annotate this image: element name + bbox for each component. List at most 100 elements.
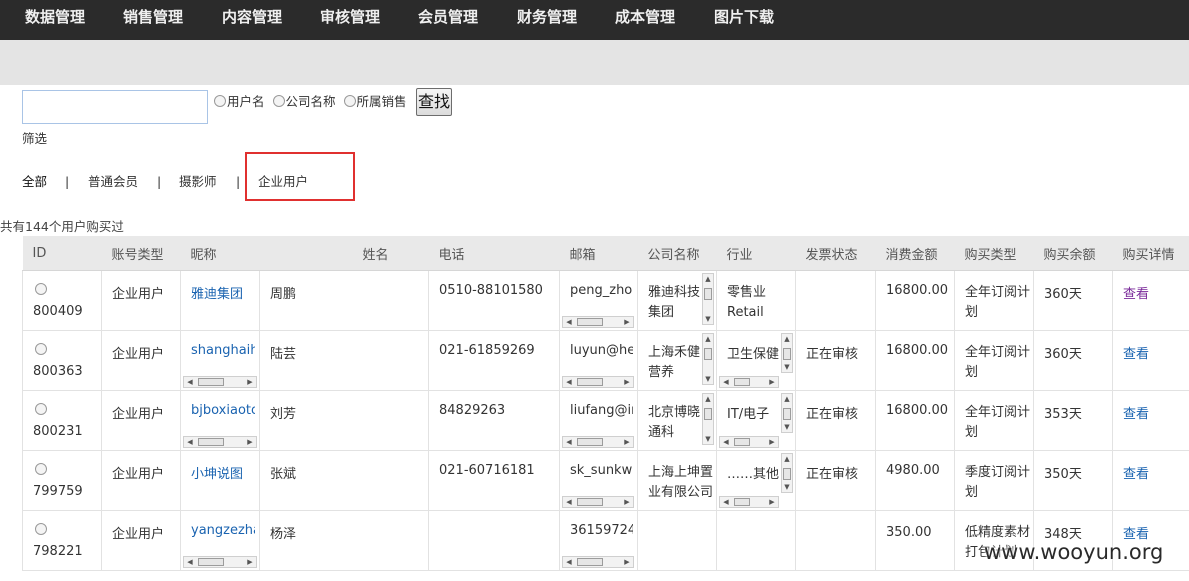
scroll-right-icon[interactable]: ▶ — [244, 377, 256, 387]
tab-photographer[interactable]: 摄影师 — [179, 172, 217, 192]
scroll-thumb[interactable] — [577, 438, 603, 446]
radio-username[interactable] — [214, 95, 226, 107]
scroll-thumb[interactable] — [734, 438, 750, 446]
scroll-right-icon[interactable]: ▶ — [621, 317, 633, 327]
vertical-scrollbar[interactable]: ▲ ▼ — [702, 273, 714, 325]
scroll-up-icon[interactable]: ▲ — [782, 334, 792, 344]
nav-member-management[interactable]: 会员管理 — [418, 0, 478, 34]
vertical-scrollbar[interactable]: ▲ ▼ — [702, 393, 714, 445]
row-select-radio[interactable] — [35, 403, 47, 415]
scroll-thumb[interactable] — [704, 408, 712, 420]
scroll-right-icon[interactable]: ▶ — [621, 497, 633, 507]
scroll-right-icon[interactable]: ▶ — [244, 557, 256, 567]
scroll-left-icon[interactable]: ◀ — [720, 377, 732, 387]
scroll-right-icon[interactable]: ▶ — [244, 437, 256, 447]
scroll-thumb[interactable] — [577, 378, 603, 386]
scroll-right-icon[interactable]: ▶ — [621, 437, 633, 447]
nickname-link[interactable]: 雅迪集团 — [191, 283, 255, 302]
row-select-radio[interactable] — [35, 283, 47, 295]
table-row: 800231 企业用户 bjboxiaoto ◀ ▶ 刘芳 84829263 li… — [22, 390, 1189, 451]
scroll-up-icon[interactable]: ▲ — [703, 334, 713, 344]
scroll-left-icon[interactable]: ◀ — [720, 437, 732, 447]
scroll-down-icon[interactable]: ▼ — [703, 434, 713, 444]
scroll-down-icon[interactable]: ▼ — [703, 374, 713, 384]
scroll-thumb[interactable] — [198, 558, 224, 566]
scroll-thumb[interactable] — [783, 408, 791, 420]
scroll-down-icon[interactable]: ▼ — [782, 422, 792, 432]
scroll-down-icon[interactable]: ▼ — [703, 314, 713, 324]
scroll-left-icon[interactable]: ◀ — [563, 497, 575, 507]
tab-regular-member[interactable]: 普通会员 — [88, 172, 138, 192]
nav-image-download[interactable]: 图片下载 — [714, 0, 774, 34]
scroll-right-icon[interactable]: ▶ — [621, 557, 633, 567]
scroll-up-icon[interactable]: ▲ — [782, 454, 792, 464]
scroll-left-icon[interactable]: ◀ — [563, 317, 575, 327]
radio-sales-owner[interactable] — [343, 95, 356, 107]
nickname-link[interactable]: bjboxiaoto — [191, 403, 255, 418]
view-detail-link[interactable]: 查看 — [1123, 407, 1149, 422]
horizontal-scrollbar[interactable]: ◀ ▶ — [719, 436, 779, 448]
scroll-left-icon[interactable]: ◀ — [184, 377, 196, 387]
scroll-right-icon[interactable]: ▶ — [766, 497, 778, 507]
horizontal-scrollbar[interactable]: ◀ ▶ — [562, 376, 634, 388]
nav-content-management[interactable]: 内容管理 — [222, 0, 282, 34]
scroll-thumb[interactable] — [734, 498, 750, 506]
horizontal-scrollbar[interactable]: ◀ ▶ — [719, 376, 779, 388]
horizontal-scrollbar[interactable]: ◀ ▶ — [562, 496, 634, 508]
scroll-right-icon[interactable]: ▶ — [621, 377, 633, 387]
nav-cost-management[interactable]: 成本管理 — [615, 0, 675, 34]
tab-all[interactable]: 全部 — [22, 172, 47, 192]
scroll-thumb[interactable] — [783, 348, 791, 360]
scroll-left-icon[interactable]: ◀ — [563, 557, 575, 567]
nav-sales-management[interactable]: 销售管理 — [123, 0, 183, 34]
scroll-thumb[interactable] — [783, 468, 791, 480]
horizontal-scrollbar[interactable]: ◀ ▶ — [562, 436, 634, 448]
scroll-thumb[interactable] — [704, 348, 712, 360]
scroll-left-icon[interactable]: ◀ — [184, 557, 196, 567]
find-button[interactable]: 查找 — [416, 88, 452, 116]
scroll-down-icon[interactable]: ▼ — [782, 482, 792, 492]
scroll-left-icon[interactable]: ◀ — [563, 377, 575, 387]
view-detail-link[interactable]: 查看 — [1123, 287, 1149, 302]
scroll-thumb[interactable] — [198, 378, 224, 386]
scroll-thumb[interactable] — [734, 378, 750, 386]
invoice-status-cell: 正在审核 — [795, 450, 876, 511]
view-detail-link[interactable]: 查看 — [1123, 347, 1149, 362]
row-select-radio[interactable] — [35, 523, 47, 535]
scroll-left-icon[interactable]: ◀ — [184, 437, 196, 447]
vertical-scrollbar[interactable]: ▲ ▼ — [781, 453, 793, 493]
nickname-link[interactable]: yangzezha — [191, 523, 255, 538]
scroll-up-icon[interactable]: ▲ — [782, 394, 792, 404]
scroll-thumb[interactable] — [704, 288, 712, 300]
vertical-scrollbar[interactable]: ▲ ▼ — [702, 333, 714, 385]
row-select-radio[interactable] — [35, 343, 47, 355]
horizontal-scrollbar[interactable]: ◀ ▶ — [183, 436, 257, 448]
horizontal-scrollbar[interactable]: ◀ ▶ — [183, 376, 257, 388]
horizontal-scrollbar[interactable]: ◀ ▶ — [183, 556, 257, 568]
nav-finance-management[interactable]: 财务管理 — [517, 0, 577, 34]
nav-review-management[interactable]: 审核管理 — [320, 0, 380, 34]
scroll-thumb[interactable] — [577, 498, 603, 506]
scroll-thumb[interactable] — [577, 318, 603, 326]
nav-data-management[interactable]: 数据管理 — [25, 0, 85, 34]
row-select-radio[interactable] — [35, 463, 47, 475]
view-detail-link[interactable]: 查看 — [1123, 467, 1149, 482]
scroll-up-icon[interactable]: ▲ — [703, 274, 713, 284]
vertical-scrollbar[interactable]: ▲ ▼ — [781, 333, 793, 373]
scroll-down-icon[interactable]: ▼ — [782, 362, 792, 372]
scroll-right-icon[interactable]: ▶ — [766, 377, 778, 387]
horizontal-scrollbar[interactable]: ◀ ▶ — [562, 556, 634, 568]
scroll-left-icon[interactable]: ◀ — [563, 437, 575, 447]
scroll-left-icon[interactable]: ◀ — [720, 497, 732, 507]
scroll-thumb[interactable] — [577, 558, 603, 566]
nickname-link[interactable]: 小坤说图 — [191, 463, 255, 482]
scroll-right-icon[interactable]: ▶ — [766, 437, 778, 447]
horizontal-scrollbar[interactable]: ◀ ▶ — [562, 316, 634, 328]
scroll-thumb[interactable] — [198, 438, 224, 446]
nickname-link[interactable]: shanghaih — [191, 343, 255, 358]
horizontal-scrollbar[interactable]: ◀ ▶ — [719, 496, 779, 508]
vertical-scrollbar[interactable]: ▲ ▼ — [781, 393, 793, 433]
search-input[interactable] — [22, 90, 208, 124]
scroll-up-icon[interactable]: ▲ — [703, 394, 713, 404]
radio-company-name[interactable] — [272, 95, 285, 107]
